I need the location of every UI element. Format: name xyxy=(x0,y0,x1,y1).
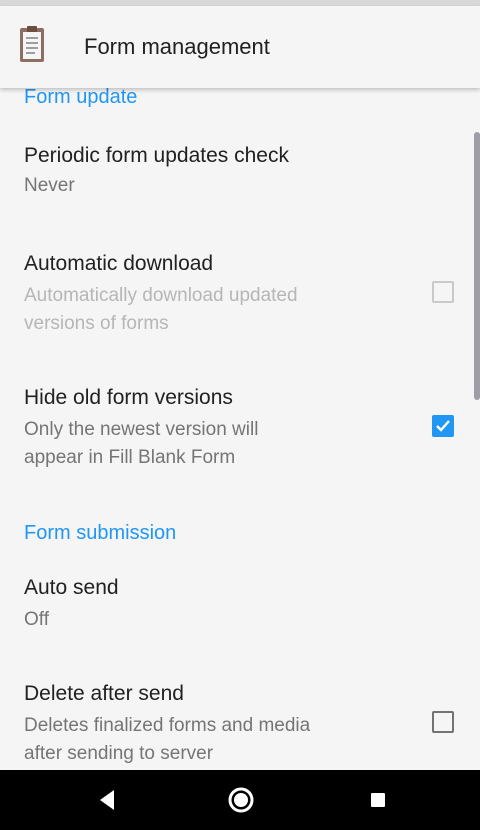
hide-old-versions-checkbox[interactable] xyxy=(432,415,454,437)
pref-summary-line1: Automatically download updated xyxy=(24,285,298,306)
app-bar: Form management xyxy=(0,6,480,88)
page-title: Form management xyxy=(84,34,270,59)
pref-title: Automatic download xyxy=(24,252,214,275)
pref-summary: Never xyxy=(24,175,75,196)
pref-title: Hide old form versions xyxy=(24,386,233,409)
pref-summary-line2: versions of forms xyxy=(24,313,169,334)
navigation-bar xyxy=(0,770,480,830)
home-icon[interactable] xyxy=(225,784,257,816)
auto-download-checkbox[interactable] xyxy=(432,281,454,303)
section-header-form-submission: Form submission xyxy=(24,522,177,544)
delete-after-send-checkbox[interactable] xyxy=(432,711,454,733)
clipboard-icon xyxy=(20,26,44,62)
pref-summary-line2: after sending to server xyxy=(24,743,214,764)
pref-summary-line2: appear in Fill Blank Form xyxy=(24,447,236,468)
section-header-form-update: Form update xyxy=(24,88,138,108)
pref-title: Auto send xyxy=(24,576,119,599)
pref-summary-line1: Deletes finalized forms and media xyxy=(24,715,311,736)
pref-summary: Off xyxy=(24,609,49,630)
preferences-list[interactable]: Form update Periodic form updates check … xyxy=(0,88,480,770)
checkmark-icon xyxy=(436,420,450,432)
back-icon[interactable] xyxy=(92,784,124,816)
scrollbar[interactable] xyxy=(474,132,480,400)
recents-icon[interactable] xyxy=(362,784,394,816)
pref-title: Delete after send xyxy=(24,682,184,705)
pref-title: Periodic form updates check xyxy=(24,144,289,167)
pref-summary-line1: Only the newest version will xyxy=(24,419,259,440)
